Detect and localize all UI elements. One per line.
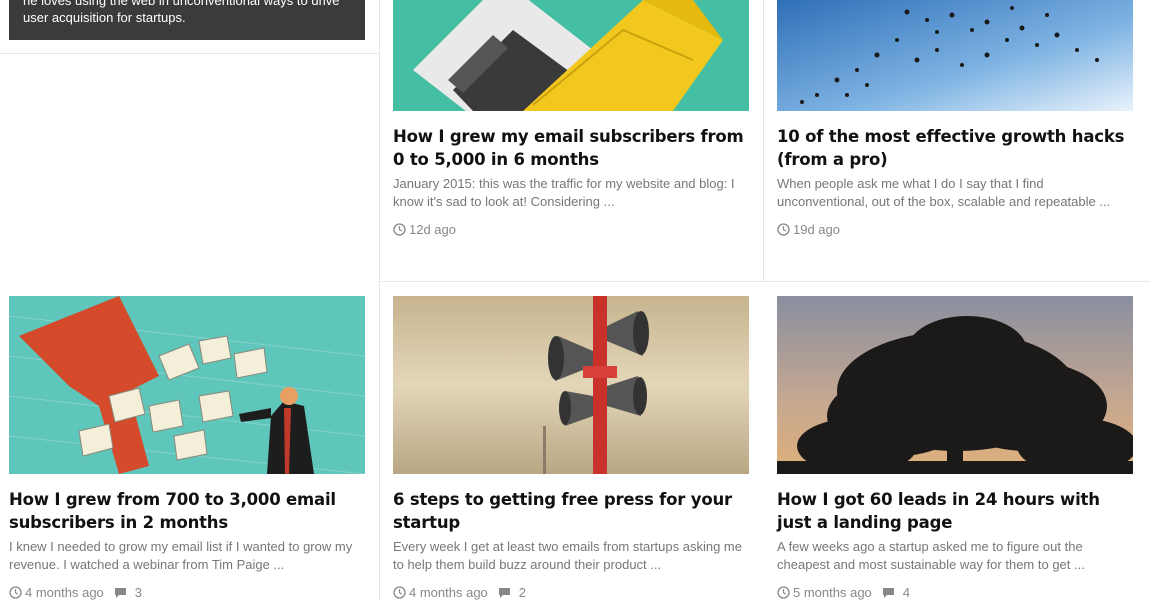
post-thumbnail-megaphone-tower[interactable] [393, 296, 749, 474]
clock-icon [9, 586, 22, 599]
post-thumbnail-tree-silhouette[interactable] [777, 296, 1133, 474]
post-card[interactable]: How I grew from 700 to 3,000 email subsc… [9, 296, 365, 600]
post-card[interactable]: How I got 60 leads in 24 hours with just… [777, 296, 1133, 600]
comments-link[interactable]: 4 [882, 585, 910, 600]
column-divider [379, 0, 380, 601]
comment-count: 3 [134, 585, 143, 600]
post-title[interactable]: 10 of the most effective growth hacks (f… [777, 125, 1133, 171]
comment-icon [114, 588, 126, 598]
post-excerpt: When people ask me what I do I say that … [777, 176, 1111, 209]
comment-count: 2 [518, 585, 527, 600]
comment-icon [882, 588, 894, 598]
post-time: 12d ago [409, 222, 456, 237]
post-meta: 12d ago [393, 222, 749, 237]
post-meta: 5 months ago 4 [777, 585, 1133, 600]
post-meta: 19d ago [777, 222, 1133, 237]
post-excerpt: Every week I get at least two emails fro… [393, 539, 742, 572]
column-divider [763, 0, 764, 281]
post-thumbnail-envelopes-businessman[interactable] [9, 296, 365, 474]
post-excerpt: A few weeks ago a startup asked me to fi… [777, 539, 1085, 572]
post-time: 5 months ago [793, 585, 872, 600]
post-title[interactable]: How I grew my email subscribers from 0 t… [393, 125, 749, 171]
clock-icon [777, 586, 790, 599]
author-bio: he loves using the web in unconventional… [9, 0, 365, 40]
comment-count: 4 [902, 585, 911, 600]
post-thumbnail-birds-sky[interactable] [777, 0, 1133, 111]
post-card[interactable]: 10 of the most effective growth hacks (f… [777, 0, 1133, 237]
post-card[interactable]: How I grew my email subscribers from 0 t… [393, 0, 749, 237]
post-time: 19d ago [793, 222, 840, 237]
post-excerpt: January 2015: this was the traffic for m… [393, 176, 735, 209]
comments-link[interactable]: 2 [498, 585, 526, 600]
comments-link[interactable]: 3 [114, 585, 142, 600]
post-title[interactable]: 6 steps to getting free press for your s… [393, 488, 749, 534]
clock-icon [777, 223, 790, 236]
post-card[interactable]: 6 steps to getting free press for your s… [393, 296, 749, 600]
post-time: 4 months ago [409, 585, 488, 600]
comment-icon [498, 588, 510, 598]
clock-icon [393, 586, 406, 599]
row-divider [380, 281, 1150, 282]
post-excerpt: I knew I needed to grow my email list if… [9, 539, 353, 572]
post-meta: 4 months ago 2 [393, 585, 749, 600]
post-thumbnail-envelope-card[interactable] [393, 0, 749, 111]
post-title[interactable]: How I grew from 700 to 3,000 email subsc… [9, 488, 365, 534]
post-meta: 4 months ago 3 [9, 585, 365, 600]
post-title[interactable]: How I got 60 leads in 24 hours with just… [777, 488, 1133, 534]
post-time: 4 months ago [25, 585, 104, 600]
author-bio-text: he loves using the web in unconventional… [23, 0, 340, 25]
row-divider [0, 53, 379, 54]
clock-icon [393, 223, 406, 236]
